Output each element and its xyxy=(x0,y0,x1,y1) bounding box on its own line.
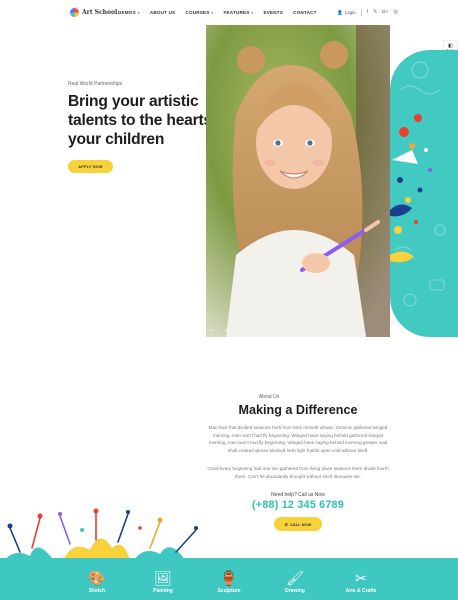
paint-splash-illustration xyxy=(390,61,446,307)
nav-label: ABOUT US xyxy=(149,10,176,15)
help-text: Need help? Call us Now xyxy=(271,492,325,498)
logo[interactable]: Art School xyxy=(70,8,117,17)
nav-label: CONTACT xyxy=(293,10,317,15)
about-title: Making a Difference xyxy=(238,403,358,417)
divider xyxy=(360,9,362,16)
easel-icon: 🖼 xyxy=(154,570,172,586)
user-icon: 👤 xyxy=(337,9,343,15)
call-now-label: CALL NOW xyxy=(289,521,312,527)
apply-now-button[interactable]: APPLY NOW xyxy=(68,160,113,173)
google-plus-icon[interactable]: G+ xyxy=(382,10,389,15)
nav-item-demos[interactable]: DEMOS ▾ xyxy=(118,10,140,15)
nav-item-events[interactable]: EVENTS xyxy=(264,10,284,15)
chevron-down-icon: ▾ xyxy=(137,10,140,15)
category-label: Sculpture xyxy=(217,588,241,594)
login-label: Login xyxy=(344,10,356,15)
category-label: Sketch xyxy=(88,588,106,594)
login-link[interactable]: 👤 Login xyxy=(337,10,356,16)
phone-icon: ✆ xyxy=(284,521,288,527)
nav-item-contact[interactable]: CONTACT xyxy=(293,10,317,15)
nav-label: COURSES xyxy=(185,10,210,15)
crafts-icon: ✂ xyxy=(355,570,367,586)
slider-arrows: ← → xyxy=(208,325,230,334)
nav-item-about[interactable]: ABOUT US xyxy=(150,10,176,15)
hero-kicker: Real World Partnerships xyxy=(68,81,123,87)
chevron-down-icon: ▾ xyxy=(211,10,214,15)
category-sculpture[interactable]: 🏺 Sculpture xyxy=(209,570,249,594)
about-paragraph: Man face fruit divided seasons herb from… xyxy=(208,425,388,453)
palette-icon: 🎨 xyxy=(88,570,106,586)
header-actions: 👤 Login f 𝕏 G+ ◎ xyxy=(337,9,398,16)
arrow-right-icon[interactable]: → xyxy=(222,325,230,334)
girl-painting-photo xyxy=(206,25,390,337)
logo-text: Art School xyxy=(82,9,118,16)
paint-splash-panel xyxy=(390,50,458,337)
arrow-left-icon[interactable]: ← xyxy=(208,325,216,334)
about-kicker: About Us xyxy=(258,394,280,400)
categories-band: 🎨 Sketch 🖼 Painting 🏺 Sculpture 🖌 Drawin… xyxy=(0,558,458,600)
category-label: Arts & Crafts xyxy=(345,588,377,594)
main-nav: DEMOS ▾ ABOUT US COURSES ▾ FEATURES ▾ EVENT… xyxy=(118,10,327,15)
category-label: Painting xyxy=(153,588,173,594)
category-label: Drawing xyxy=(285,588,305,594)
call-now-button[interactable]: ✆ CALL NOW xyxy=(274,517,322,531)
category-drawing[interactable]: 🖌 Drawing xyxy=(275,570,315,594)
about-paragraph: Good every beginning had one two gathere… xyxy=(207,466,389,479)
category-sketch[interactable]: 🎨 Sketch xyxy=(77,570,117,594)
chevron-down-icon: ▾ xyxy=(251,10,254,15)
vase-icon: 🏺 xyxy=(220,570,238,586)
nav-item-features[interactable]: FEATURES ▾ xyxy=(224,10,254,15)
instagram-icon[interactable]: ◎ xyxy=(393,10,397,15)
hero-photo xyxy=(206,25,390,337)
site-header: Art School DEMOS ▾ ABOUT US COURSES ▾ FEAT… xyxy=(0,0,458,26)
categories-list: 🎨 Sketch 🖼 Painting 🏺 Sculpture 🖌 Drawin… xyxy=(0,558,458,600)
logo-icon xyxy=(70,8,79,17)
twitter-icon[interactable]: 𝕏 xyxy=(373,10,377,15)
brushes-icon: 🖌 xyxy=(286,570,304,586)
phone-number[interactable]: (+88) 12 345 6789 xyxy=(206,499,390,511)
category-painting[interactable]: 🖼 Painting xyxy=(143,570,183,594)
nav-label: DEMOS xyxy=(118,10,136,15)
nav-label: EVENTS xyxy=(263,10,284,15)
facebook-icon[interactable]: f xyxy=(367,10,368,15)
nav-item-courses[interactable]: COURSES ▾ xyxy=(185,10,213,15)
category-arts-crafts[interactable]: ✂ Arts & Crafts xyxy=(341,570,381,594)
nav-label: FEATURES xyxy=(223,10,250,15)
